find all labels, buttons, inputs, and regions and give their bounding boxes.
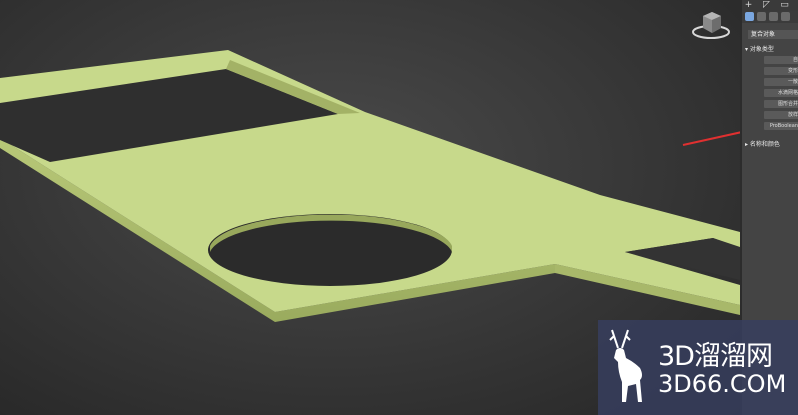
category-icon-row — [742, 11, 798, 23]
viewcube-icon[interactable] — [692, 12, 730, 39]
object-button-scatter[interactable]: 一散 — [764, 78, 798, 86]
rollout-name-color-label: 名称和颜色 — [749, 141, 780, 148]
rollout-object-type-label: 对象类型 — [749, 46, 774, 53]
watermark-brand: 3D溜溜网 — [658, 341, 773, 372]
watermark: 3D溜溜网 3D66.COM — [598, 320, 798, 415]
watermark-domain: 3D66.COM — [658, 370, 787, 398]
rollout-object-type[interactable]: ▾ 对象类型 — [745, 44, 774, 53]
hierarchy-tab[interactable]: ▭ — [780, 1, 789, 10]
object-button-proboolean[interactable]: ProBoolean — [764, 122, 798, 130]
object-button-blobmesh[interactable]: 水滴网格 — [764, 89, 798, 97]
geometry-icon[interactable] — [745, 12, 754, 21]
object-button-morph[interactable]: 变形 — [764, 67, 798, 75]
category-dropdown[interactable]: 复合对象 — [748, 30, 798, 39]
command-panel-tabs: + ◸ ▭ — [742, 0, 798, 11]
shapes-icon[interactable] — [757, 12, 766, 21]
rollout-name-color[interactable]: ▸ 名称和颜色 — [745, 139, 780, 148]
object-button-shapemerge[interactable]: 图形合并 — [764, 100, 798, 108]
modify-tab[interactable]: ◸ — [762, 1, 771, 10]
annotation-arrow — [682, 131, 740, 146]
cameras-icon[interactable] — [781, 12, 790, 21]
object-button-1[interactable]: 自 — [764, 56, 798, 64]
deer-logo-icon — [609, 329, 642, 402]
create-tab[interactable]: + — [744, 1, 753, 10]
lights-icon[interactable] — [769, 12, 778, 21]
object-button-loft[interactable]: 放样 — [764, 111, 798, 119]
